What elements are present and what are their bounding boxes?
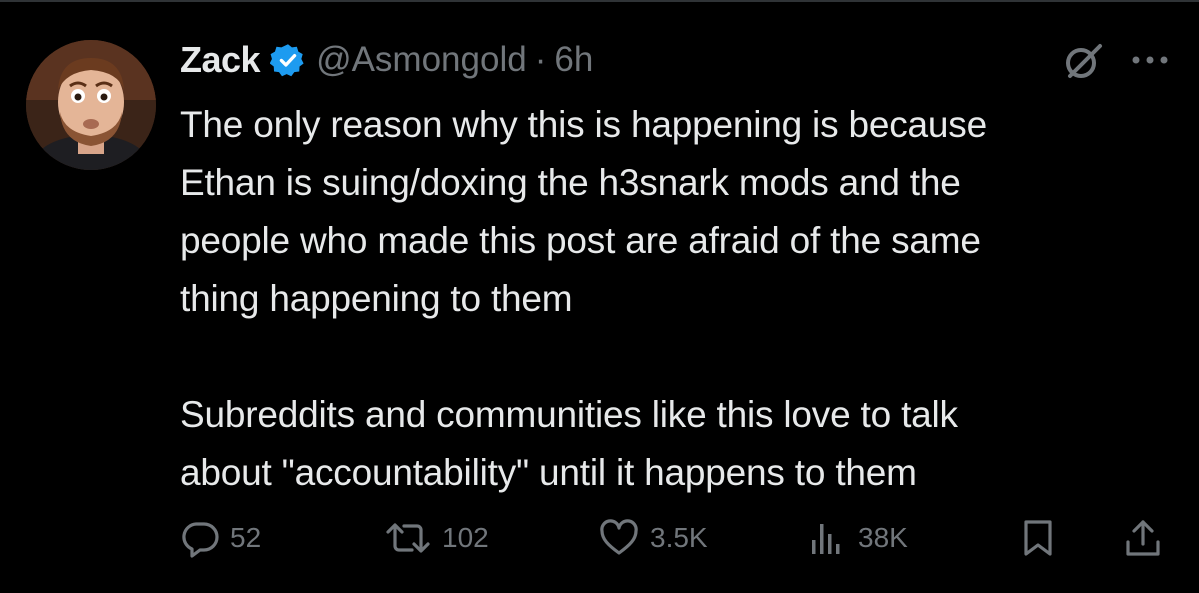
top-divider	[0, 0, 1199, 2]
bookmark-button[interactable]	[1018, 516, 1068, 560]
like-count: 3.5K	[650, 522, 708, 553]
verified-badge-icon	[269, 42, 306, 78]
repost-count: 102	[442, 522, 489, 553]
grok-icon[interactable]	[1062, 40, 1104, 82]
repost-button[interactable]: 102	[384, 516, 489, 560]
share-button[interactable]	[1123, 516, 1173, 560]
tweet-timestamp[interactable]: 6h	[554, 40, 593, 80]
reply-icon	[182, 522, 219, 558]
more-options-icon[interactable]	[1128, 50, 1172, 70]
author-handle[interactable]: @Asmongold	[316, 40, 527, 80]
bookmark-icon	[1024, 520, 1052, 556]
tweet-text-line: people who made this post are afraid of …	[180, 220, 981, 261]
tweet-text-line: Subreddits and communities like this lov…	[180, 394, 958, 435]
views-icon	[812, 524, 840, 554]
reply-button[interactable]: 52	[180, 516, 261, 560]
views-button[interactable]: 38K	[808, 516, 908, 560]
repost-icon	[386, 523, 430, 553]
avatar-image	[26, 40, 156, 170]
header-separator: ·	[534, 40, 547, 79]
author-name[interactable]: Zack	[180, 39, 261, 81]
tweet-header: Zack @Asmongold · 6h	[180, 38, 593, 82]
share-icon	[1126, 520, 1160, 556]
tweet-text-line: Ethan is suing/doxing the h3snark mods a…	[180, 162, 961, 203]
avatar[interactable]	[26, 40, 156, 170]
reply-count: 52	[230, 522, 262, 553]
tweet-text-line: The only reason why this is happening is…	[180, 104, 987, 145]
like-icon	[600, 519, 638, 555]
tweet-text-line: thing happening to them	[180, 278, 573, 319]
tweet-text-line: about "accountability" until it happens …	[180, 452, 917, 493]
like-button[interactable]: 3.5K	[598, 516, 708, 560]
tweet-text: The only reason why this is happening is…	[180, 96, 1180, 502]
views-count: 38K	[858, 522, 908, 553]
tweet-action-bar: 52 102 3.5K 38K	[0, 516, 1199, 560]
